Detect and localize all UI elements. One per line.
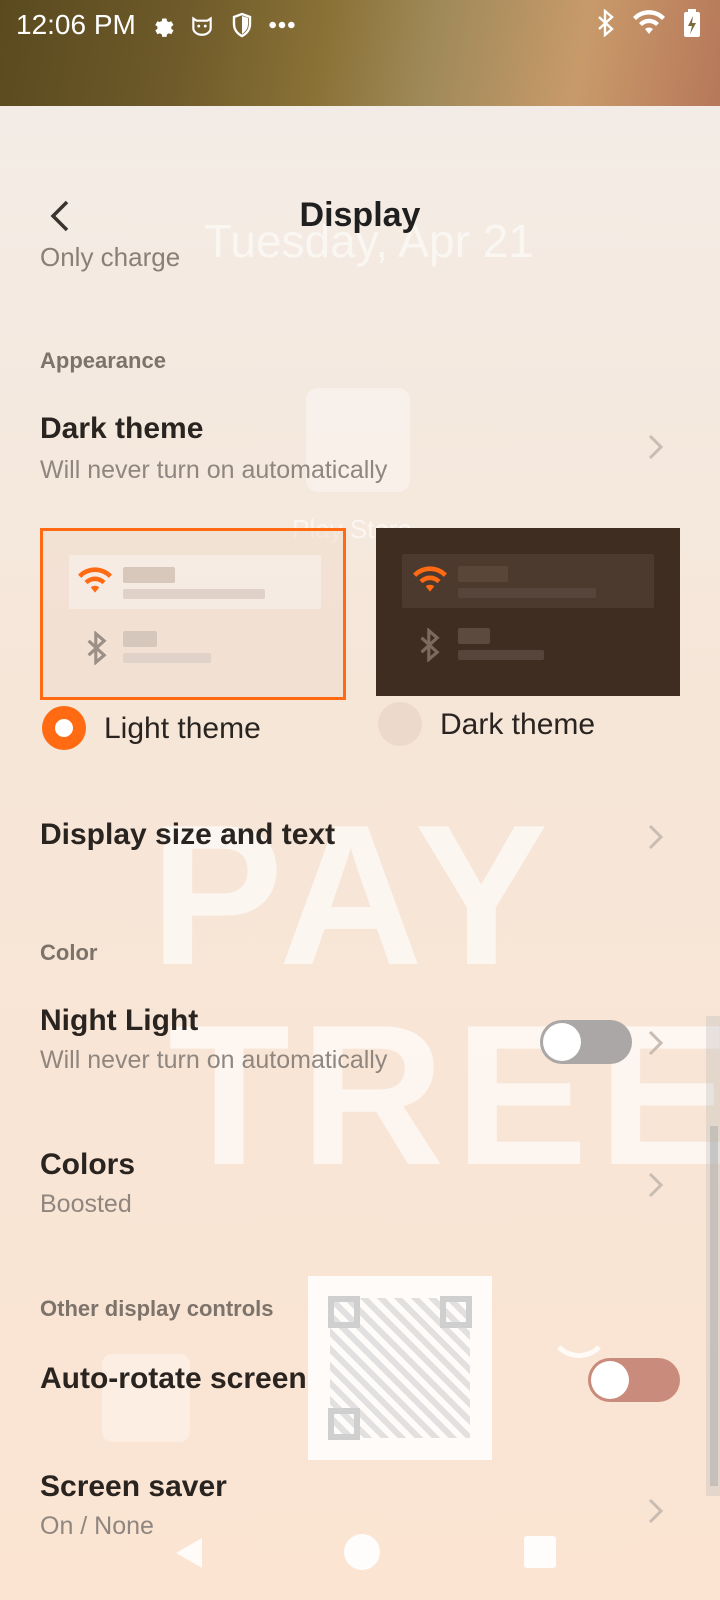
bluetooth-icon	[420, 628, 440, 662]
light-theme-radio[interactable]	[42, 706, 86, 750]
home-nav-button[interactable]	[344, 1534, 380, 1570]
chevron-right-icon	[648, 434, 664, 460]
night-light-toggle[interactable]	[540, 1020, 632, 1064]
colors-subtitle: Boosted	[40, 1190, 132, 1218]
bluetooth-icon	[87, 631, 107, 665]
shield-icon	[228, 11, 256, 39]
dark-theme-subtitle: Will never turn on automatically	[40, 456, 388, 484]
auto-rotate-row[interactable]: Auto-rotate screen	[0, 1346, 720, 1426]
recents-nav-button[interactable]	[524, 1536, 556, 1568]
status-time: 12:06 PM	[16, 9, 136, 40]
chevron-right-icon	[648, 1172, 664, 1198]
dark-theme-row[interactable]: Dark theme Will never turn on automatica…	[0, 402, 720, 502]
display-size-row[interactable]: Display size and text	[0, 798, 720, 878]
chevron-right-icon	[648, 1498, 664, 1524]
wifi-icon	[632, 10, 666, 41]
night-light-row[interactable]: Night Light Will never turn on automatic…	[0, 990, 720, 1090]
night-light-title: Night Light	[40, 1004, 199, 1037]
gear-icon	[148, 11, 176, 39]
back-nav-button[interactable]	[172, 1536, 206, 1570]
wifi-icon	[413, 566, 447, 592]
light-theme-label: Light theme	[104, 712, 261, 745]
display-size-title: Display size and text	[40, 818, 336, 851]
chevron-right-icon	[648, 1030, 664, 1056]
display-settings-panel: Tuesday, Apr 21 Play Store PAY TREE Disp…	[0, 106, 720, 1600]
section-other-display-controls: Other display controls	[40, 1296, 274, 1321]
night-light-subtitle: Will never turn on automatically	[40, 1046, 388, 1074]
usb-pref-summary: Only charge	[40, 242, 181, 272]
section-appearance: Appearance	[40, 348, 166, 373]
status-bar: 12:06 PM	[0, 0, 720, 50]
colors-title: Colors	[40, 1148, 136, 1181]
screen-saver-title: Screen saver	[40, 1470, 227, 1503]
dark-theme-title: Dark theme	[40, 412, 204, 445]
bluetooth-icon	[596, 8, 616, 42]
wifi-icon	[78, 567, 112, 593]
auto-rotate-toggle[interactable]	[588, 1358, 680, 1402]
dark-theme-radio[interactable]	[378, 702, 422, 746]
dark-theme-preview[interactable]	[376, 528, 680, 696]
colors-row[interactable]: Colors Boosted	[0, 1136, 720, 1236]
dark-theme-label: Dark theme	[440, 708, 596, 741]
navigation-bar	[0, 1524, 720, 1584]
page-title: Display	[299, 196, 421, 234]
chevron-right-icon	[648, 824, 664, 850]
more-dots-icon	[268, 11, 296, 39]
light-theme-preview[interactable]	[40, 528, 346, 700]
cat-face-icon	[188, 11, 216, 39]
auto-rotate-title: Auto-rotate screen	[40, 1362, 307, 1395]
battery-icon	[682, 8, 702, 43]
section-color: Color	[40, 940, 98, 965]
